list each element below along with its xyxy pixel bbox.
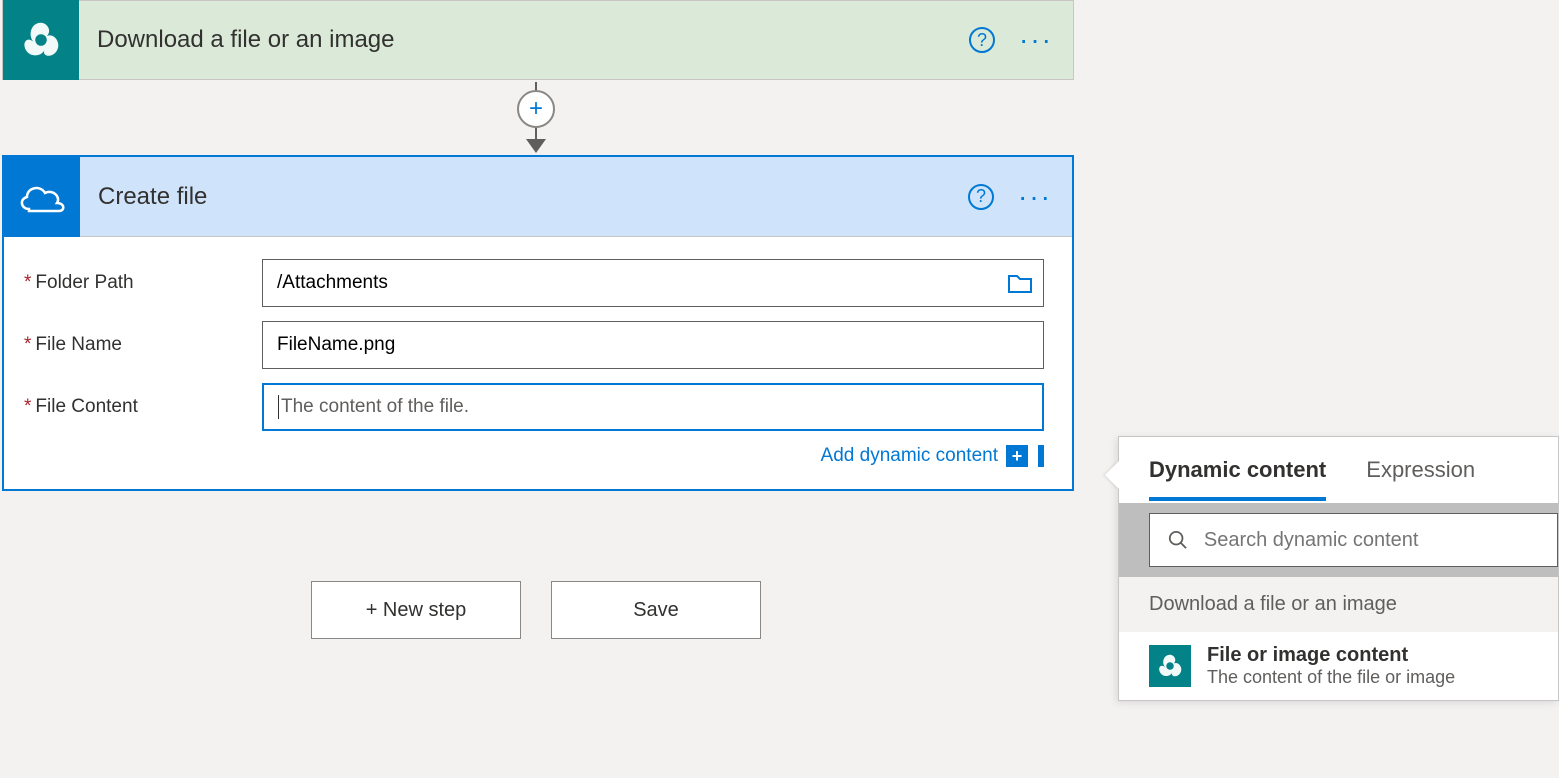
- help-icon[interactable]: ?: [968, 184, 994, 210]
- save-button[interactable]: Save: [551, 581, 761, 639]
- folder-picker-icon[interactable]: [1007, 272, 1033, 294]
- dynamic-content-panel: Dynamic content Expression Download a fi…: [1118, 436, 1559, 701]
- file-content-label: *File Content: [24, 396, 262, 418]
- dynamic-item-title: File or image content: [1207, 644, 1455, 667]
- add-dynamic-content-link[interactable]: Add dynamic content: [821, 445, 998, 467]
- add-dynamic-plus-icon[interactable]: +: [1006, 445, 1028, 467]
- folder-path-input[interactable]: [262, 259, 1044, 307]
- download-card-title: Download a file or an image: [79, 26, 969, 54]
- action-card-create-file: Create file ? ··· *Folder Path: [2, 155, 1074, 491]
- folder-path-label: *Folder Path: [24, 272, 262, 294]
- create-file-header[interactable]: Create file ? ···: [4, 157, 1072, 237]
- file-name-label: *File Name: [24, 334, 262, 356]
- create-file-title: Create file: [80, 183, 968, 211]
- dynamic-item-subtitle: The content of the file or image: [1207, 667, 1455, 688]
- more-icon[interactable]: ···: [1018, 183, 1052, 211]
- action-card-download[interactable]: Download a file or an image ? ···: [2, 0, 1074, 80]
- new-step-button[interactable]: + New step: [311, 581, 521, 639]
- flow-connector: +: [0, 80, 1072, 155]
- dataverse-icon: [1149, 645, 1191, 687]
- file-content-input[interactable]: The content of the file.: [262, 383, 1044, 431]
- dynamic-item-file-content[interactable]: File or image content The content of the…: [1119, 632, 1558, 700]
- dynamic-search-input[interactable]: [1149, 513, 1558, 567]
- more-icon[interactable]: ···: [1019, 26, 1053, 54]
- dynamic-section-header: Download a file or an image: [1119, 577, 1558, 632]
- add-step-plus-icon[interactable]: +: [517, 90, 555, 128]
- arrow-down-icon: [526, 139, 546, 153]
- tab-expression[interactable]: Expression: [1366, 457, 1475, 501]
- dataverse-icon: [3, 0, 79, 80]
- help-icon[interactable]: ?: [969, 27, 995, 53]
- collapse-bar-icon[interactable]: [1038, 445, 1044, 467]
- tab-dynamic-content[interactable]: Dynamic content: [1149, 457, 1326, 501]
- file-name-input[interactable]: [262, 321, 1044, 369]
- onedrive-icon: [4, 157, 80, 237]
- search-icon: [1168, 529, 1188, 551]
